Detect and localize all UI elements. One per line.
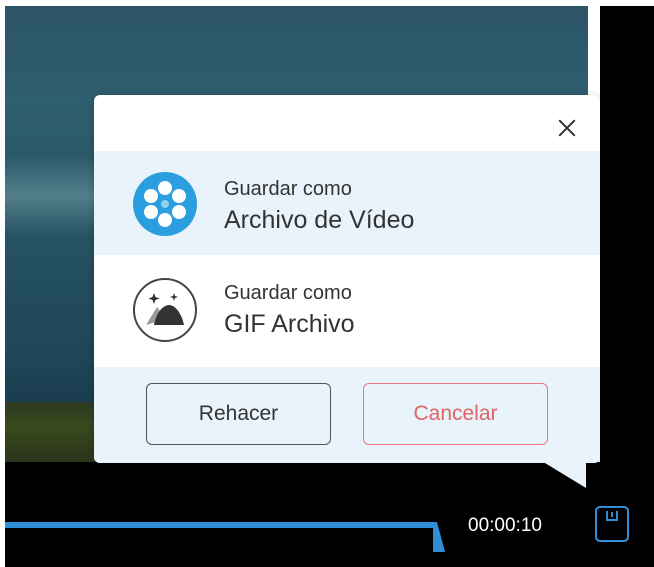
film-reel-icon [133, 172, 197, 236]
save-as-video-option[interactable]: Guardar como Archivo de Vídeo [94, 151, 600, 255]
redo-button[interactable]: Rehacer [146, 383, 331, 445]
close-icon[interactable] [554, 115, 580, 141]
save-icon-slot [606, 511, 618, 521]
progress-handle[interactable] [433, 522, 445, 552]
gif-image-icon [133, 278, 197, 342]
dialog-pointer [540, 460, 586, 488]
save-icon[interactable] [595, 506, 629, 542]
save-as-gif-option[interactable]: Guardar como GIF Archivo [94, 255, 600, 359]
cancel-button[interactable]: Cancelar [363, 383, 548, 445]
progress-bar[interactable] [5, 522, 433, 528]
video-option-title: Archivo de Vídeo [224, 206, 415, 234]
save-dialog: Guardar como Archivo de Vídeo Guardar co… [94, 95, 600, 463]
time-display: 00:00:10 [468, 515, 542, 536]
gif-option-title: GIF Archivo [224, 310, 355, 338]
dialog-footer: Rehacer Cancelar [94, 367, 600, 463]
video-option-caption: Guardar como [224, 178, 352, 200]
gif-option-caption: Guardar como [224, 282, 352, 304]
